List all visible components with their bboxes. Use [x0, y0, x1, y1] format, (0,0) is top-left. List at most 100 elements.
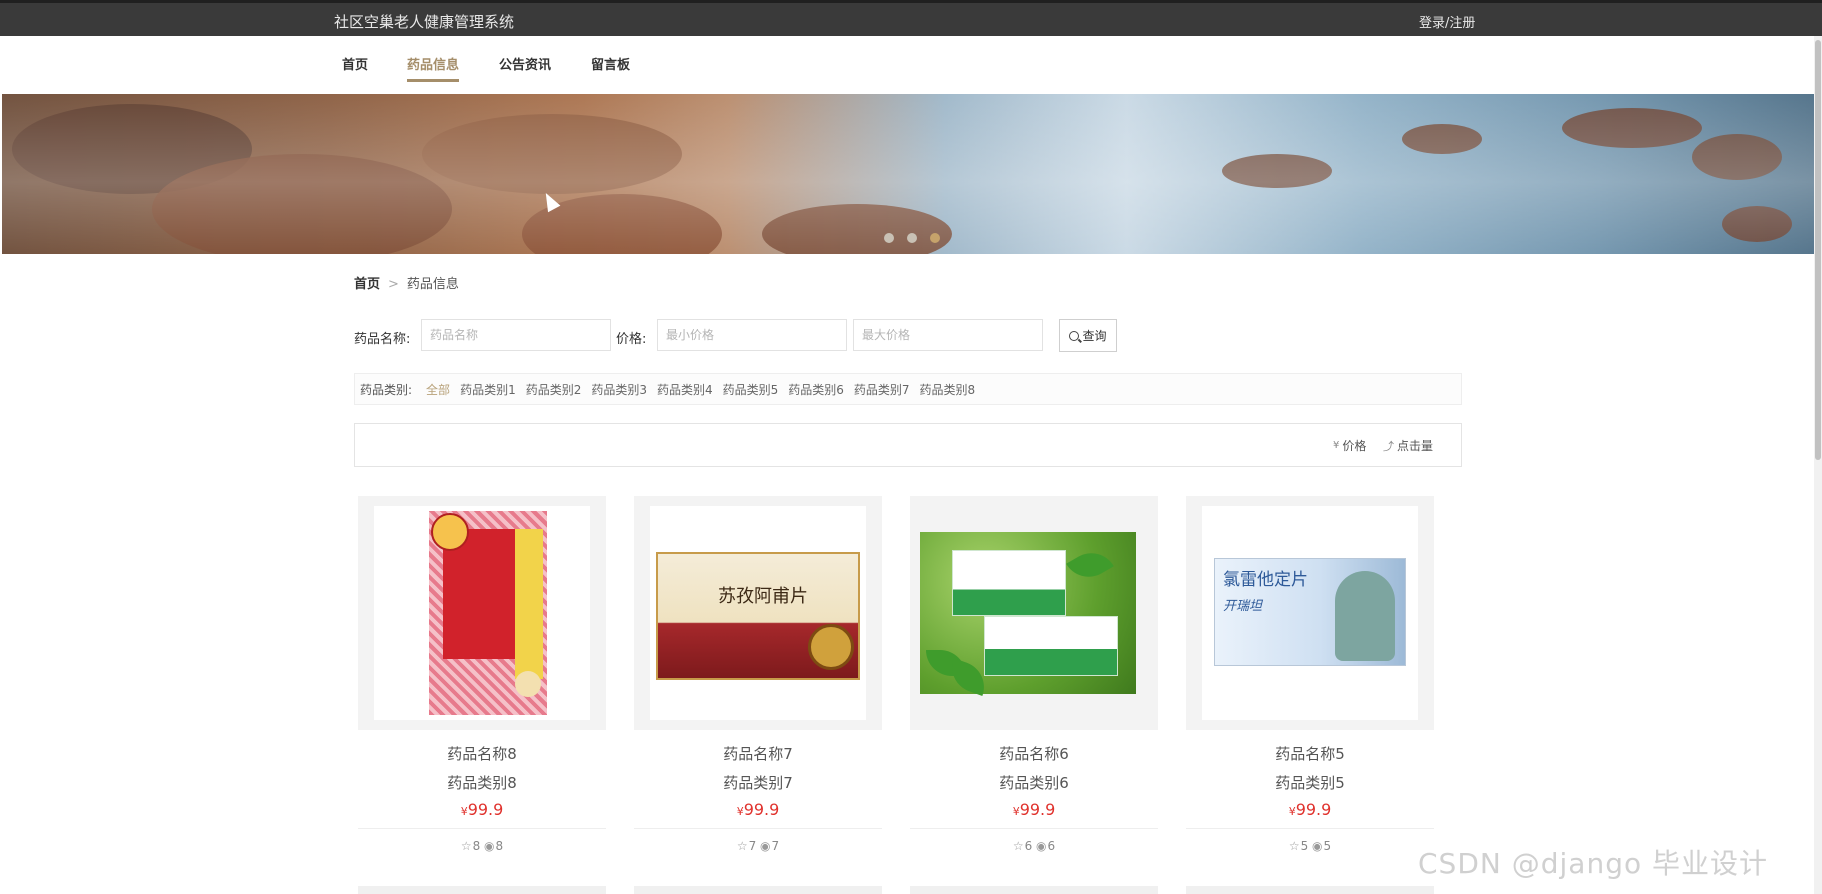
breadcrumb-home[interactable]: 首页 — [354, 277, 380, 292]
category-1[interactable]: 药品类别1 — [460, 381, 516, 398]
sort-by-price[interactable]: ¥ 价格 — [1333, 437, 1366, 454]
carousel-dot-3[interactable] — [930, 233, 941, 243]
star-icon: ☆ — [1012, 839, 1024, 853]
product-category: 药品类别7 — [723, 774, 793, 792]
product-name: 药品名称6 — [999, 745, 1069, 763]
currency-symbol: ¥ — [1012, 805, 1020, 818]
category-8[interactable]: 药品类别8 — [920, 381, 976, 398]
medicine-box-art: 苏孜阿甫片 — [656, 552, 860, 680]
product-card[interactable]: 苏孜阿甫片 药品名称7 药品类别7 ¥99.9 ☆7 ◉7 — [634, 496, 882, 866]
eye-icon: ◉ — [1312, 839, 1323, 853]
product-price: ¥99.9 — [358, 800, 606, 819]
price-value: 99.9 — [1295, 800, 1332, 819]
breadcrumb-current: 药品信息 — [406, 277, 459, 292]
sort-by-clicks[interactable]: ⤴ 点击量 — [1383, 437, 1433, 454]
medicine-name-label: 药品名称: — [354, 332, 411, 347]
product-card[interactable]: 药品名称6 药品类别6 ¥99.9 ☆6 ◉6 — [910, 496, 1158, 866]
eye-icon: ◉ — [760, 839, 771, 853]
category-6[interactable]: 药品类别6 — [788, 381, 844, 398]
price-value: 99.9 — [1019, 800, 1056, 819]
views-count: 6 — [1047, 839, 1056, 853]
next-row-card — [634, 886, 882, 894]
category-4[interactable]: 药品类别4 — [657, 381, 713, 398]
product-image[interactable] — [920, 506, 1148, 720]
currency-symbol: ¥ — [736, 805, 744, 818]
banner-carousel[interactable] — [2, 94, 1816, 254]
nav-item-announcements[interactable]: 公告资讯 — [499, 54, 551, 79]
card-divider — [358, 828, 606, 829]
price-value: 99.9 — [467, 800, 504, 819]
star-icon: ☆ — [460, 839, 472, 853]
category-3[interactable]: 药品类别3 — [591, 381, 647, 398]
category-7[interactable]: 药品类别7 — [854, 381, 910, 398]
breadcrumb-separator: > — [388, 277, 399, 292]
carousel-dot-2[interactable] — [907, 233, 918, 243]
sort-bar: ¥ 价格 ⤴ 点击量 — [354, 423, 1462, 467]
views-count: 8 — [495, 839, 504, 853]
next-row-card — [358, 886, 606, 894]
product-image-frame — [358, 496, 606, 730]
product-image-frame: 氯雷他定片 开瑞坦 — [1186, 496, 1434, 730]
product-name: 药品名称7 — [723, 745, 793, 763]
trend-icon: ⤴ — [1383, 439, 1394, 453]
max-price-input[interactable] — [853, 319, 1043, 351]
main-nav: 首页 药品信息 公告资讯 留言板 — [0, 36, 1822, 94]
next-row-card — [1186, 886, 1434, 894]
site-title: 社区空巢老人健康管理系统 — [334, 13, 515, 31]
star-icon: ☆ — [736, 839, 748, 853]
nav-item-home[interactable]: 首页 — [342, 54, 368, 79]
medicine-box-art — [920, 532, 1136, 697]
likes-count: 6 — [1024, 839, 1033, 853]
product-stats: ☆8 ◉8 — [358, 839, 606, 853]
likes-count: 7 — [748, 839, 757, 853]
category-2[interactable]: 药品类别2 — [526, 381, 582, 398]
product-image-frame — [910, 496, 1158, 730]
category-all[interactable]: 全部 — [426, 381, 450, 398]
nav-item-message-board[interactable]: 留言板 — [591, 54, 630, 79]
product-price: ¥99.9 — [634, 800, 882, 819]
product-stats: ☆5 ◉5 — [1186, 839, 1434, 853]
scrollbar-thumb[interactable] — [1815, 40, 1821, 460]
sort-price-label: 价格 — [1342, 439, 1367, 453]
category-filter-bar: 药品类别: 全部 药品类别1 药品类别2 药品类别3 药品类别4 药品类别5 药… — [354, 373, 1462, 405]
product-category: 药品类别6 — [999, 774, 1069, 792]
currency-symbol: ¥ — [1288, 805, 1296, 818]
views-count: 7 — [771, 839, 780, 853]
search-button[interactable]: 查询 — [1059, 319, 1117, 352]
sort-clicks-label: 点击量 — [1397, 439, 1434, 453]
product-image[interactable]: 氯雷他定片 开瑞坦 — [1202, 506, 1418, 720]
yen-icon: ¥ — [1333, 440, 1340, 451]
product-name: 药品名称8 — [447, 745, 517, 763]
min-price-input[interactable] — [657, 319, 847, 351]
login-register-link[interactable]: 登录/注册 — [1419, 12, 1475, 31]
eye-icon: ◉ — [484, 839, 495, 853]
product-stats: ☆7 ◉7 — [634, 839, 882, 853]
breadcrumb: 首页 > 药品信息 — [354, 273, 459, 292]
product-stats: ☆6 ◉6 — [910, 839, 1158, 853]
eye-icon: ◉ — [1036, 839, 1047, 853]
category-5[interactable]: 药品类别5 — [723, 381, 779, 398]
nav-item-medicine[interactable]: 药品信息 — [407, 54, 460, 82]
medicine-box-art — [429, 511, 547, 715]
product-image[interactable] — [374, 506, 590, 720]
card-divider — [910, 828, 1158, 829]
product-image[interactable]: 苏孜阿甫片 — [650, 506, 866, 720]
star-icon: ☆ — [1288, 839, 1300, 853]
carousel-dot-1[interactable] — [884, 233, 894, 243]
views-count: 5 — [1323, 839, 1332, 853]
medicine-name-input[interactable] — [421, 319, 611, 351]
search-icon — [1069, 330, 1080, 341]
carousel-indicators — [884, 228, 948, 247]
card-divider — [634, 828, 882, 829]
product-name: 药品名称5 — [1275, 745, 1345, 763]
product-card[interactable]: 氯雷他定片 开瑞坦 药品名称5 药品类别5 ¥99.9 ☆5 ◉5 — [1186, 496, 1434, 866]
product-category: 药品类别8 — [447, 774, 517, 792]
product-image-frame: 苏孜阿甫片 — [634, 496, 882, 730]
next-row-card — [910, 886, 1158, 894]
price-value: 99.9 — [743, 800, 780, 819]
page-scrollbar[interactable] — [1814, 36, 1822, 894]
likes-count: 8 — [472, 839, 481, 853]
product-card[interactable]: 药品名称8 药品类别8 ¥99.9 ☆8 ◉8 — [358, 496, 606, 866]
price-label: 价格: — [616, 332, 647, 347]
search-button-label: 查询 — [1082, 329, 1107, 343]
